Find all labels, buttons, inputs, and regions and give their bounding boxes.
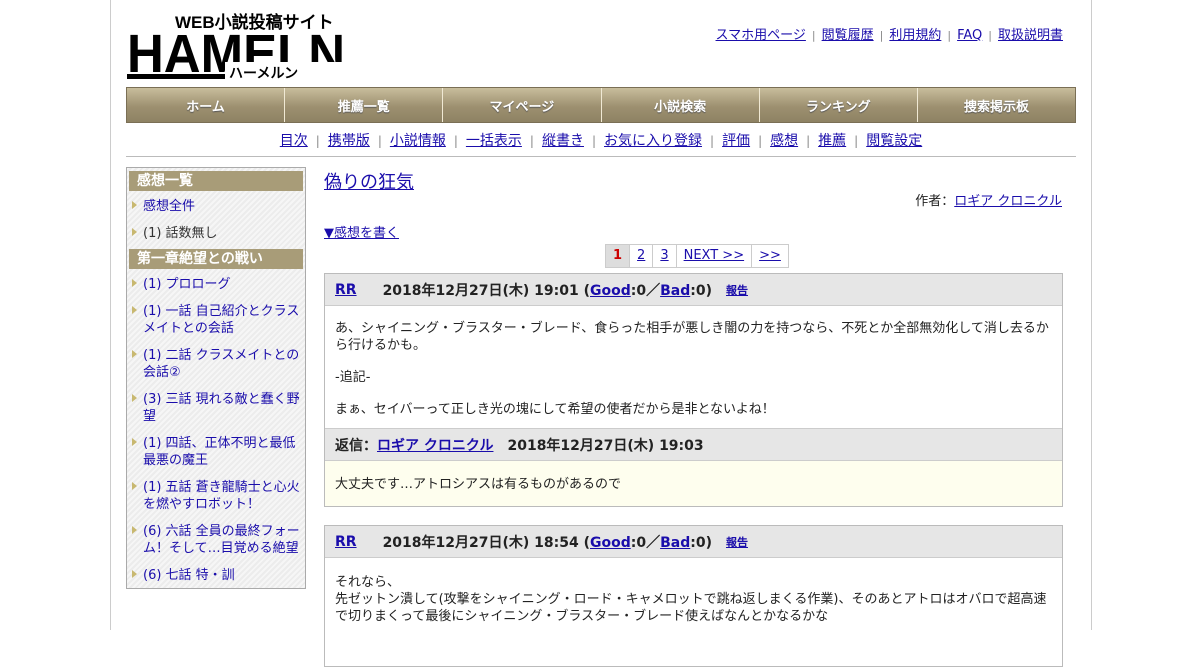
bullet-triangle-icon: [132, 394, 137, 402]
subnav-toc[interactable]: 目次: [280, 133, 308, 149]
subnav-rate[interactable]: 評価: [722, 133, 750, 149]
bullet-triangle-icon: [132, 306, 137, 314]
nav-ranking[interactable]: ランキング: [759, 88, 918, 122]
nav-home[interactable]: ホーム: [127, 88, 286, 122]
nav-mypage[interactable]: マイページ: [443, 88, 602, 122]
review-user-link[interactable]: RR: [335, 534, 357, 550]
sidebar-heading-reviews: 感想一覧: [129, 171, 303, 191]
review-body: あ、シャイニング・ブラスター・ブレード、食らった相手が悪しき闇の力を持つなら、不…: [335, 321, 1049, 417]
reply-author-link[interactable]: ロギア クロニクル: [377, 435, 493, 455]
divider: [126, 156, 1076, 157]
good-link[interactable]: Good: [590, 535, 631, 551]
subnav-reviews[interactable]: 感想: [770, 133, 798, 149]
subnav-show-all[interactable]: 一括表示: [466, 133, 522, 149]
page-link[interactable]: 2: [629, 244, 654, 268]
sidebar-item[interactable]: (1) 四話、正体不明と最低最悪の魔王: [127, 432, 305, 472]
author-line: 作者：ロギア クロニクル: [915, 194, 1062, 209]
bullet-triangle-icon: [132, 438, 137, 446]
sidebar-item[interactable]: (3) 三話 現れる敵と蠢く野望: [127, 388, 305, 428]
main-nav: ホーム 推薦一覧 マイページ 小説検索 ランキング 捜索掲示板: [126, 87, 1076, 123]
subnav-view-settings[interactable]: 閲覧設定: [866, 133, 922, 149]
page: WEB小説投稿サイト HAMELN ハーメルン スマホ用ページ | 閲覧履歴 | 利用規…: [110, 0, 1092, 667]
bullet-triangle-icon: [132, 201, 137, 209]
review-header: RR 2018年12月27日(木) 19:01 (Good:0／Bad:0) 報…: [325, 274, 1062, 306]
reply-body: 大丈夫です…アトロシアスは有るものがあるので: [325, 460, 1062, 506]
nav-search-board[interactable]: 捜索掲示板: [917, 88, 1076, 122]
review-user-link[interactable]: RR: [335, 282, 357, 298]
sidebar-item[interactable]: (1) 五話 蒼き龍騎士と心火を燃やすロボット！: [127, 476, 305, 516]
sub-nav: 目次 | 携帯版 | 小説情報 | 一括表示 | 縦書き | お気に入り登録 | 評価 | 感想 | 推薦 | 閲覧…: [279, 133, 923, 149]
sidebar-heading-chapter: 第一章絶望との戦い: [129, 249, 303, 269]
good-link[interactable]: Good: [590, 283, 631, 299]
sidebar-item[interactable]: (6) 六話 全員の最終フォーム！そして…目覚める絶望: [127, 520, 305, 560]
review-date: 2018年12月27日(木) 18:54 (Good:0／Bad:0): [382, 534, 712, 551]
sidebar-item[interactable]: (6) 七話 特・訓: [127, 564, 305, 587]
subnav-favorite[interactable]: お気に入り登録: [604, 133, 702, 149]
bullet-triangle-icon: [132, 350, 137, 358]
reply-date: 2018年12月27日(木) 19:03: [507, 437, 704, 454]
history-link[interactable]: 閲覧履歴: [822, 28, 874, 43]
logo-kana: ハーメルン: [229, 65, 298, 81]
sidebar: 感想一覧 感想全件 (1) 話数無し 第一章絶望との戦い (1) プロローグ (…: [126, 167, 306, 589]
review-date: 2018年12月27日(木) 19:01 (Good:0／Bad:0): [382, 282, 712, 299]
author-link[interactable]: ロギア クロニクル: [954, 194, 1062, 209]
sidebar-item[interactable]: (1) プロローグ: [127, 273, 305, 296]
page-link[interactable]: 3: [652, 244, 677, 268]
page-current: 1: [605, 244, 631, 268]
sidebar-item: (1) 話数無し: [127, 222, 305, 245]
bad-link[interactable]: Bad: [660, 283, 690, 299]
subnav-mobile[interactable]: 携帯版: [328, 133, 370, 149]
page-last[interactable]: >>: [751, 244, 789, 268]
manual-link[interactable]: 取扱説明書: [998, 28, 1063, 43]
bullet-triangle-icon: [132, 482, 137, 490]
sidebar-item[interactable]: (1) 一話 自己紹介とクラスメイトとの会話: [127, 300, 305, 340]
review-body: それなら、 先ゼットン潰して(攻撃をシャイニング・ロード・キャメロットで跳ね返し…: [335, 575, 1047, 624]
write-review-link[interactable]: ▼感想を書く: [324, 222, 399, 241]
review-card: RR 2018年12月27日(木) 19:01 (Good:0／Bad:0) 報…: [324, 273, 1063, 507]
smartphone-page-link[interactable]: スマホ用ページ: [716, 28, 806, 43]
hameln-logo[interactable]: WEB小説投稿サイト HAMELN ハーメルン: [127, 10, 347, 82]
pagination: 1 2 3 NEXT >> >>: [605, 244, 789, 268]
top-links: スマホ用ページ | 閲覧履歴 | 利用規約 | FAQ | 取扱説明書: [715, 28, 1063, 43]
nav-novel-search[interactable]: 小説検索: [601, 88, 760, 122]
bullet-triangle-icon: [132, 570, 137, 578]
report-link[interactable]: 報告: [726, 282, 748, 298]
report-link[interactable]: 報告: [726, 534, 748, 550]
subnav-novel-info[interactable]: 小説情報: [390, 133, 446, 149]
faq-link[interactable]: FAQ: [957, 28, 982, 43]
bullet-triangle-icon: [132, 526, 137, 534]
sidebar-item[interactable]: (1) 二話 クラスメイトとの会話②: [127, 344, 305, 384]
review-card: RR 2018年12月27日(木) 18:54 (Good:0／Bad:0) 報…: [324, 525, 1063, 667]
novel-title[interactable]: 偽りの狂気: [324, 168, 414, 194]
bad-link[interactable]: Bad: [660, 535, 690, 551]
subnav-recommend[interactable]: 推薦: [818, 133, 846, 149]
terms-link[interactable]: 利用規約: [889, 28, 941, 43]
sidebar-item[interactable]: 感想全件: [127, 195, 305, 218]
bullet-triangle-icon: [132, 228, 137, 236]
bullet-triangle-icon: [132, 279, 137, 287]
page-next[interactable]: NEXT >>: [675, 244, 753, 268]
review-header: RR 2018年12月27日(木) 18:54 (Good:0／Bad:0) 報…: [325, 526, 1062, 558]
reply-header: 返信： ロギア クロニクル 2018年12月27日(木) 19:03: [325, 428, 1062, 460]
nav-recommendations[interactable]: 推薦一覧: [285, 88, 444, 122]
subnav-vertical[interactable]: 縦書き: [542, 133, 584, 149]
